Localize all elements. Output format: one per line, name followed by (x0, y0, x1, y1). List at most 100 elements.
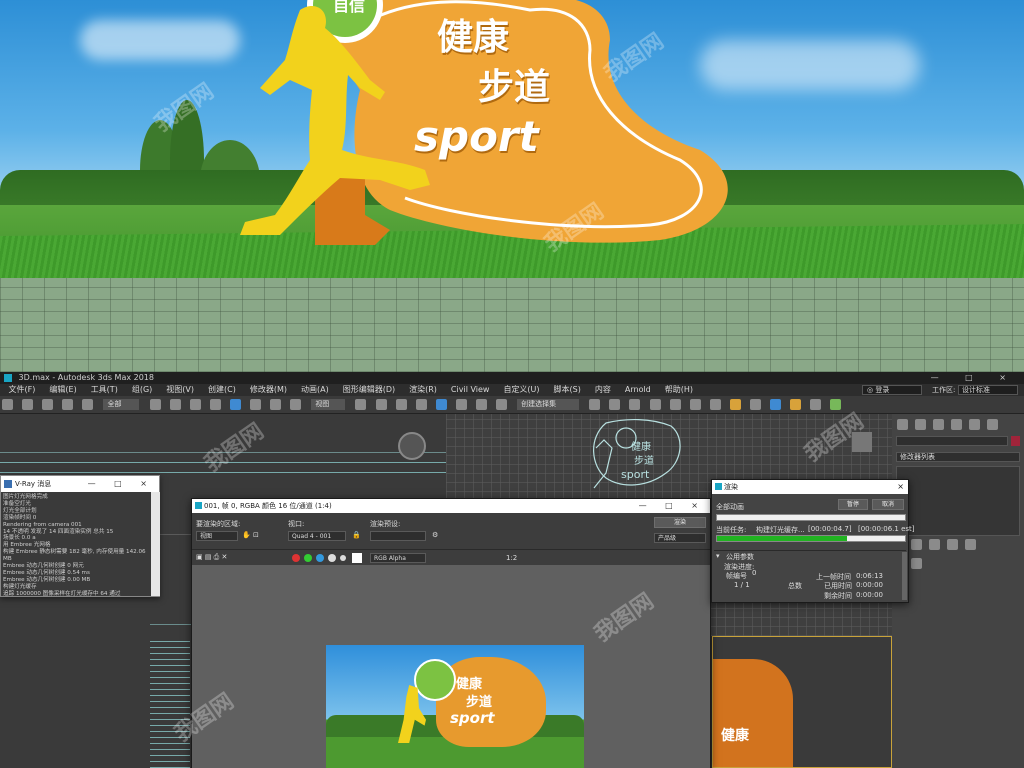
undo-icon[interactable] (2, 399, 13, 410)
utilities-tab-icon[interactable] (987, 419, 999, 430)
selection-filter-dropdown[interactable]: 全部 (103, 399, 140, 410)
schematic-view-icon[interactable] (709, 399, 721, 410)
redo-icon[interactable] (22, 399, 34, 410)
rendered-frame-window-icon[interactable] (770, 399, 782, 410)
menu-item[interactable]: 文件(F) (9, 384, 36, 396)
vray-scrollbar[interactable] (151, 492, 160, 596)
channel-dropdown[interactable]: RGB Alpha (370, 553, 426, 563)
remove-modifier-icon[interactable] (965, 539, 977, 550)
curve-editor-icon[interactable] (689, 399, 701, 410)
background-swatch[interactable] (352, 553, 362, 563)
alpha-channel-button[interactable] (328, 554, 336, 562)
cancel-button[interactable]: 取消 (872, 499, 904, 510)
activeshade-icon[interactable] (830, 399, 842, 410)
unlink-icon[interactable] (62, 399, 74, 410)
edit-region-icon[interactable]: ✋ ⊡ (242, 531, 259, 539)
hierarchy-tab-icon[interactable] (933, 419, 945, 430)
viewport-dropdown[interactable]: Quad 4 - 001 (288, 531, 346, 541)
mono-button[interactable] (340, 555, 346, 561)
preset-dropdown[interactable] (370, 531, 426, 541)
configure-sets-icon[interactable] (911, 558, 922, 569)
common-params-header[interactable]: ▾ 公用参数 (714, 550, 906, 561)
frame-window-titlebar[interactable]: 001, 帧 0, RGBA 颜色 16 位/通道 (1:4) — □ × (192, 499, 710, 513)
link-icon[interactable] (42, 399, 54, 410)
channel-red-button[interactable] (292, 554, 300, 562)
reference-coord-dropdown[interactable]: 视图 (311, 399, 346, 410)
render-setup-small-icon[interactable]: ⚙ (432, 531, 438, 539)
menu-item[interactable]: 内容 (595, 384, 611, 396)
align-icon[interactable] (609, 399, 621, 410)
viewport-perspective[interactable]: 健康 (712, 636, 892, 768)
menu-item[interactable]: 创建(C) (208, 384, 236, 396)
menu-item[interactable]: 工具(T) (91, 384, 118, 396)
window-crossing-icon[interactable] (209, 399, 221, 410)
place-icon[interactable] (290, 399, 302, 410)
channel-blue-button[interactable] (316, 554, 324, 562)
render-iterative-icon[interactable] (810, 399, 822, 410)
product-level-dropdown[interactable]: 产品级 (654, 533, 706, 543)
select-manipulate-icon[interactable] (375, 399, 387, 410)
render-button[interactable]: 渲染 (654, 517, 706, 528)
progress-window-titlebar[interactable]: 渲染 × (712, 480, 908, 494)
window-controls[interactable]: — □ × (931, 372, 1018, 384)
menu-item[interactable]: Civil View (451, 384, 490, 396)
bind-spacewarp-icon[interactable] (82, 399, 94, 410)
vray-log-text[interactable]: 图片灯光网格完成 准备空灯光 灯光全部计划 渲染帧时间 0 Rendering from… (1, 492, 151, 596)
viewcube-icon[interactable] (852, 432, 872, 452)
rotate-icon[interactable] (250, 399, 262, 410)
ribbon-icon[interactable] (669, 399, 681, 410)
frame-window-controls[interactable]: — □ × (639, 499, 706, 513)
modify-tab-icon[interactable] (915, 419, 927, 430)
menu-item[interactable]: Arnold (625, 384, 651, 396)
login-button[interactable]: ◎ 登录 (862, 385, 922, 395)
vray-window-titlebar[interactable]: V-Ray 消息 — □ × (1, 476, 159, 492)
viewcube-icon[interactable] (398, 432, 426, 460)
lock-icon[interactable]: 🔒 (352, 531, 361, 539)
material-editor-icon[interactable] (729, 399, 741, 410)
select-object-icon[interactable] (149, 399, 161, 410)
render-production-icon[interactable] (790, 399, 802, 410)
spinner-snap-icon[interactable] (475, 399, 487, 410)
motion-tab-icon[interactable] (951, 419, 963, 430)
object-name-field[interactable] (896, 436, 1008, 446)
channel-green-button[interactable] (304, 554, 312, 562)
edit-named-sel-icon[interactable] (496, 399, 508, 410)
named-selection-dropdown[interactable]: 创建选择集 (517, 399, 580, 410)
workspace-dropdown[interactable]: 设计标准 (958, 385, 1018, 395)
scene-explorer-icon[interactable] (649, 399, 661, 410)
menu-item[interactable]: 修改器(M) (250, 384, 287, 396)
show-end-icon[interactable] (929, 539, 941, 550)
menu-item[interactable]: 帮助(H) (665, 384, 693, 396)
percent-snap-icon[interactable] (455, 399, 467, 410)
layer-explorer-icon[interactable] (629, 399, 641, 410)
menu-item[interactable]: 动画(A) (301, 384, 329, 396)
rect-selection-icon[interactable] (189, 399, 201, 410)
select-by-name-icon[interactable] (169, 399, 181, 410)
pause-button[interactable]: 暂停 (838, 499, 868, 510)
menu-item[interactable]: 编辑(E) (49, 384, 76, 396)
progress-close-icon[interactable]: × (897, 480, 904, 494)
menu-item[interactable]: 图形编辑器(D) (343, 384, 395, 396)
modifier-list-dropdown[interactable]: 修改器列表 (896, 452, 1020, 462)
section-toggle-icon[interactable]: ▾ (716, 552, 720, 560)
area-dropdown[interactable]: 视图 (196, 531, 238, 541)
vray-window-controls[interactable]: — □ × (88, 476, 155, 492)
create-tab-icon[interactable] (897, 419, 908, 430)
snap-icon[interactable] (415, 399, 427, 410)
angle-snap-icon[interactable] (435, 399, 447, 410)
move-icon[interactable] (229, 399, 241, 410)
keyboard-shortcut-icon[interactable] (395, 399, 407, 410)
menu-item[interactable]: 组(G) (132, 384, 152, 396)
menu-item[interactable]: 渲染(R) (409, 384, 437, 396)
menu-item[interactable]: 视图(V) (166, 384, 194, 396)
pin-stack-icon[interactable] (911, 539, 922, 550)
menu-item[interactable]: 脚本(S) (554, 384, 581, 396)
render-setup-icon[interactable] (750, 399, 761, 410)
progress-scrollbar[interactable] (902, 552, 907, 600)
mirror-icon[interactable] (589, 399, 601, 410)
save-image-icon[interactable]: ▣ ▤ ⎙ ✕ (196, 553, 227, 562)
pivot-icon[interactable] (355, 399, 367, 410)
make-unique-icon[interactable] (947, 539, 959, 550)
scale-icon[interactable] (270, 399, 282, 410)
menu-item[interactable]: 自定义(U) (503, 384, 539, 396)
